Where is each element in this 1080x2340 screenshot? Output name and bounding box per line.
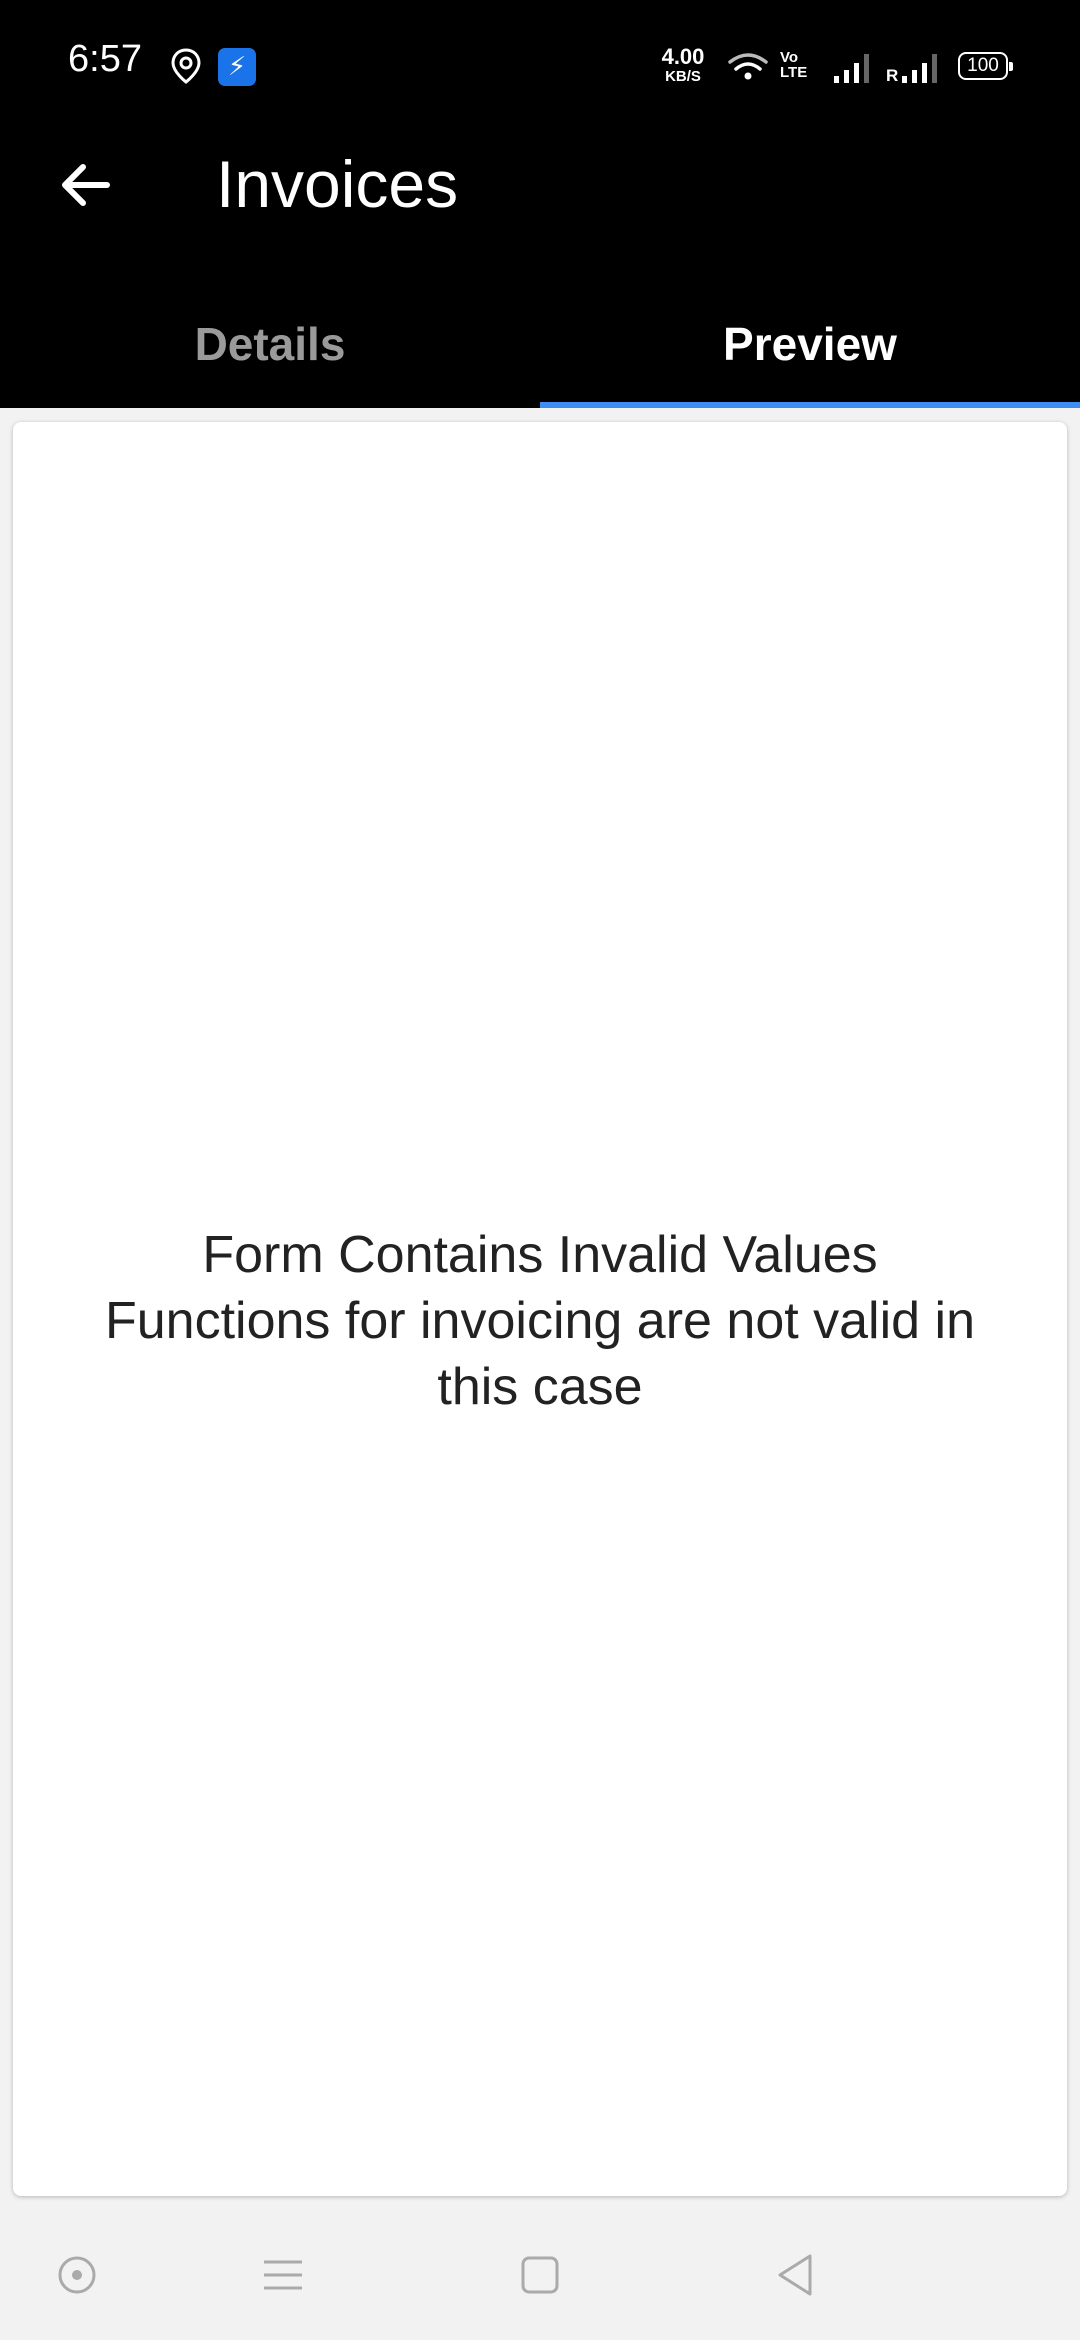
message-line-1: Form Contains Invalid Values [202,1226,878,1284]
page-title: Invoices [216,147,459,221]
usb-icon: ⚡ [218,48,256,86]
network-speed-value: 4.00 [661,44,705,69]
system-nav-bar [0,2210,1080,2340]
message-line-2: Functions for invoicing are not valid in [104,1292,975,1350]
invalid-form-message: Form Contains Invalid Values Functions f… [13,1222,1067,1420]
roaming-label: R [886,66,899,85]
active-tab-indicator [540,402,1080,408]
tab-preview[interactable]: Preview [540,280,1080,408]
wifi-icon [728,53,768,80]
preview-card: Form Contains Invalid Values Functions f… [13,422,1067,2196]
signal-icon [834,54,869,83]
arrow-left-icon [62,164,110,206]
network-speed-unit: KB/S [665,68,701,85]
message-line-3: this case [437,1358,643,1416]
battery-icon: 100 [958,52,1013,80]
location-icon [171,48,201,84]
volte-line1: Vo [780,49,799,66]
tab-details[interactable]: Details [0,280,540,408]
assistant-icon[interactable] [52,2250,102,2300]
app-bar: Invoices [0,130,1080,280]
status-bar: 6:57 ⚡ 4.00 KB/S Vo LTE R 100 [0,0,1080,130]
status-time: 6:57 [68,38,142,80]
signal-roaming-icon [902,54,937,83]
volte-line2: LTE [780,64,808,81]
volte-indicator: Vo LTE [780,50,807,80]
back-button[interactable] [50,150,120,220]
network-speed: 4.00 KB/S [656,44,710,85]
back-triangle-icon[interactable] [770,2250,820,2300]
home-square-icon[interactable] [515,2250,565,2300]
recents-menu-icon[interactable] [258,2250,308,2300]
tab-bar: Details Preview [0,280,1080,408]
